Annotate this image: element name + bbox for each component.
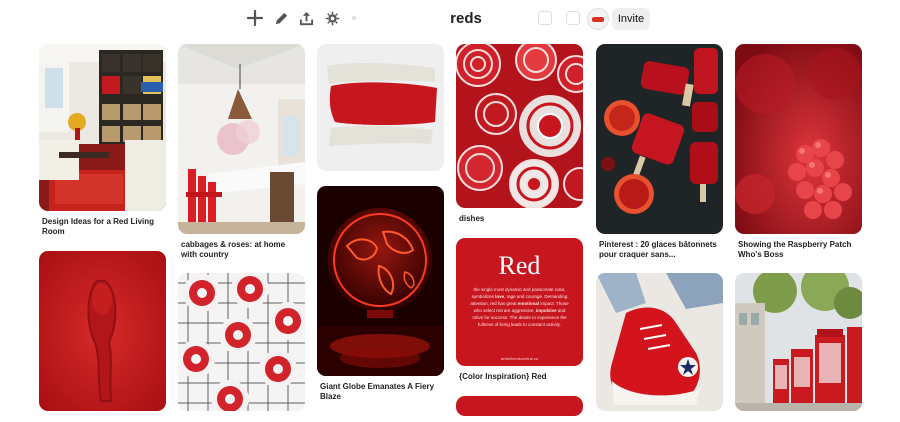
pin-partial-bottom[interactable]: [456, 396, 583, 422]
pin-image[interactable]: [596, 44, 723, 234]
edit-pencil-icon[interactable]: [271, 8, 291, 28]
color-card-footer: artdefinedscentral.ca: [500, 356, 539, 361]
pin-caption: dishes: [459, 214, 485, 223]
organize-gear-icon[interactable]: [322, 8, 342, 28]
pin-caption: cabbages & roses: at home with country: [181, 240, 286, 259]
pin-globe[interactable]: Giant Globe Emanates A Fiery Blaze: [317, 186, 444, 402]
pin-popsicles[interactable]: Pinterest : 20 glaces bâtonnets pour cra…: [596, 44, 723, 260]
pin-red-living-room[interactable]: Design Ideas for a Red Living Room: [39, 44, 166, 237]
share-upload-icon[interactable]: [296, 8, 316, 28]
board-toolbar: reds Invite: [0, 0, 900, 36]
pin-image[interactable]: [456, 396, 583, 416]
pin-image[interactable]: [39, 251, 166, 411]
pin-image[interactable]: [735, 273, 862, 411]
pin-image[interactable]: [178, 44, 305, 234]
plus-icon[interactable]: [245, 8, 265, 28]
pin-caption: {Color Inspiration} Red: [459, 372, 547, 381]
pin-image[interactable]: [39, 44, 166, 211]
pin-color-inspiration[interactable]: Red the single most dynamic and passiona…: [456, 238, 583, 382]
color-card-title: Red: [498, 251, 541, 280]
pin-image[interactable]: [178, 273, 305, 411]
pin-image[interactable]: [317, 186, 444, 376]
pin-raspberries[interactable]: Showing the Raspberry Patch Who's Boss: [735, 44, 862, 260]
pin-caption: Giant Globe Emanates A Fiery Blaze: [320, 382, 435, 401]
pin-red-sneakers[interactable]: [596, 273, 723, 417]
pin-image[interactable]: [456, 44, 583, 208]
pin-red-sand[interactable]: [39, 251, 166, 417]
pin-image[interactable]: [596, 273, 723, 411]
pin-image[interactable]: [735, 44, 862, 234]
pin-paint-swatch[interactable]: [317, 44, 444, 177]
color-card-body: the single most dynamic and passionate c…: [470, 287, 569, 327]
pin-caption: Showing the Raspberry Patch Who's Boss: [738, 240, 852, 259]
filter-icon[interactable]: [538, 11, 552, 25]
more-dot-icon[interactable]: [344, 8, 364, 28]
pin-caption: Pinterest : 20 glaces bâtonnets pour cra…: [599, 240, 717, 259]
avatar[interactable]: [587, 8, 609, 30]
pin-image[interactable]: Red the single most dynamic and passiona…: [456, 238, 583, 366]
pin-red-dishes[interactable]: dishes: [456, 44, 583, 224]
invite-button[interactable]: Invite: [612, 8, 650, 30]
pin-red-dining[interactable]: cabbages & roses: at home with country: [178, 44, 305, 260]
board-title: reds: [450, 10, 482, 27]
pin-image[interactable]: [317, 44, 444, 171]
pin-phone-boxes[interactable]: [735, 273, 862, 417]
collaborators-icon[interactable]: [566, 11, 580, 25]
pin-red-donuts[interactable]: [178, 273, 305, 417]
pin-caption: Design Ideas for a Red Living Room: [42, 217, 155, 236]
